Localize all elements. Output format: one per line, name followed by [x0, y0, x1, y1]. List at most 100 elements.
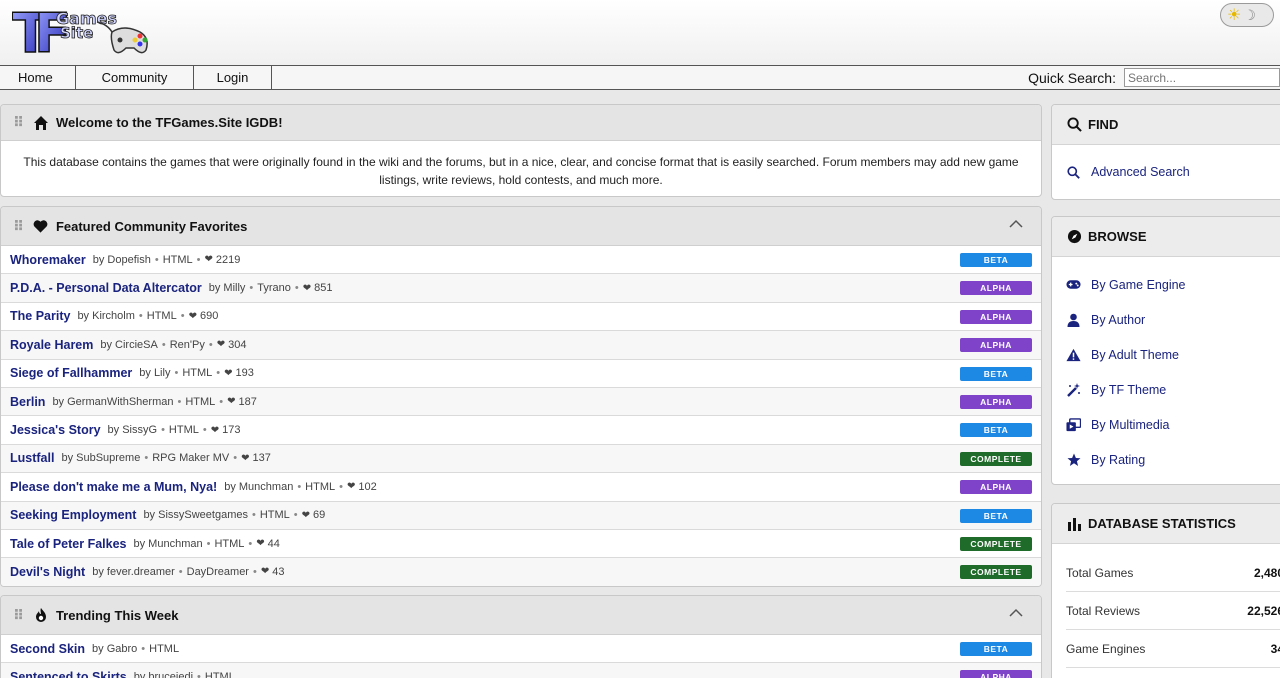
game-engine: HTML: [162, 253, 193, 266]
heart-icon: ❤: [224, 367, 233, 379]
game-title-link[interactable]: Jessica's Story: [10, 423, 101, 437]
stats-panel: DATABASE STATISTICS Total Games2,480Tota…: [1051, 503, 1280, 678]
stat-row: Total Games 2,480: [1066, 554, 1280, 592]
separator-dot: •: [293, 509, 298, 522]
advanced-search-link[interactable]: Advanced Search: [1052, 145, 1280, 199]
game-title-link[interactable]: Tale of Peter Falkes: [10, 537, 127, 551]
game-row: Tale of Peter Falkes by Munchman • HTML • ❤ 44…: [1, 530, 1041, 559]
find-panel-header: FIND: [1052, 105, 1280, 145]
game-engine: DayDreamer: [186, 565, 249, 578]
browse-link-label: By Adult Theme: [1091, 347, 1180, 362]
game-row: Siege of Fallhammer by Lily • HTML • ❤ 193 BETA: [1, 360, 1041, 388]
browse-title: BROWSE: [1088, 229, 1147, 244]
game-engine: Tyrano: [257, 282, 291, 295]
game-likes: 137: [252, 452, 271, 465]
game-engine: HTML: [185, 395, 216, 408]
game-title-link[interactable]: Please don't make me a Mum, Nya!: [10, 480, 217, 494]
sun-icon: ☀: [1227, 7, 1242, 24]
heart-icon: ❤: [241, 452, 250, 464]
game-title-link[interactable]: Siege of Fallhammer: [10, 366, 132, 380]
game-title-link[interactable]: Second Skin: [10, 642, 85, 656]
game-author: by CircieSA: [100, 338, 158, 351]
status-badge: COMPLETE: [960, 536, 1032, 551]
game-engine: Ren'Py: [169, 338, 205, 351]
stat-label: Game Engines: [1066, 641, 1146, 656]
game-engine: HTML: [214, 537, 245, 550]
game-engine: HTML: [305, 480, 336, 493]
trending-panel-header: ⠿ Trending This Week: [1, 596, 1041, 635]
advanced-search-label: Advanced Search: [1091, 165, 1190, 179]
nav-home[interactable]: Home: [0, 66, 76, 89]
moon-icon: ☽: [1243, 6, 1256, 23]
quick-search-input[interactable]: [1124, 68, 1280, 87]
browse-panel-header: BROWSE: [1052, 217, 1280, 257]
game-row: Devil's Night by fever.dreamer • DayDreamer…: [1, 558, 1041, 586]
stat-value: 22,526: [1247, 603, 1280, 618]
stats-title: DATABASE STATISTICS: [1088, 516, 1236, 531]
drag-handle-icon[interactable]: ⠿: [13, 607, 24, 624]
separator-dot: •: [141, 642, 146, 655]
game-title-link[interactable]: P.D.A. - Personal Data Altercator: [10, 281, 202, 295]
game-likes: 43: [272, 565, 285, 578]
nav-login[interactable]: Login: [194, 66, 272, 89]
quick-search-label: Quick Search:: [1028, 69, 1116, 86]
game-row: P.D.A. - Personal Data Altercator by Mill…: [1, 274, 1041, 303]
stats-panel-header: DATABASE STATISTICS: [1052, 504, 1280, 544]
site-logo[interactable]: T F Games Site: [12, 2, 172, 60]
game-title-link[interactable]: Royale Harem: [10, 338, 93, 352]
browse-link[interactable]: By Multimedia: [1052, 407, 1280, 442]
game-title-link[interactable]: Berlin: [10, 395, 45, 409]
status-badge: ALPHA: [960, 281, 1032, 296]
game-likes: 69: [313, 509, 326, 522]
game-engine: HTML: [149, 642, 180, 655]
drag-handle-icon[interactable]: ⠿: [13, 218, 24, 235]
game-author: by Kircholm: [77, 310, 135, 323]
game-author: by Gabro: [92, 642, 138, 655]
heart-icon: ❤: [256, 538, 265, 550]
game-engine: HTML: [204, 671, 235, 678]
game-title-link[interactable]: Seeking Employment: [10, 508, 136, 522]
browse-link[interactable]: By Author: [1052, 302, 1280, 337]
search-icon: [1066, 117, 1082, 133]
game-title-link[interactable]: Devil's Night: [10, 565, 85, 579]
browse-link[interactable]: By Game Engine: [1052, 267, 1280, 302]
warning-icon: [1066, 347, 1081, 362]
svg-text:Site: Site: [60, 24, 93, 42]
find-title: FIND: [1088, 117, 1119, 132]
browse-link-label: By Rating: [1091, 452, 1146, 467]
status-badge: BETA: [960, 642, 1032, 656]
separator-dot: •: [178, 565, 183, 578]
game-title-link[interactable]: Whoremaker: [10, 253, 86, 267]
game-title-link[interactable]: Lustfall: [10, 451, 54, 465]
separator-dot: •: [180, 310, 185, 323]
separator-dot: •: [294, 282, 299, 295]
welcome-text: This database contains the games that we…: [23, 155, 1019, 187]
separator-dot: •: [248, 537, 253, 550]
separator-dot: •: [174, 367, 179, 380]
chevron-up-icon[interactable]: [1009, 606, 1023, 620]
browse-link[interactable]: By Rating: [1052, 442, 1280, 477]
multimedia-icon: [1066, 417, 1081, 432]
separator-dot: •: [219, 395, 224, 408]
browse-link[interactable]: By Adult Theme: [1052, 337, 1280, 372]
heart-icon: ❤: [204, 254, 213, 266]
theme-toggle[interactable]: ☀ ☽: [1220, 3, 1274, 27]
game-title-link[interactable]: The Parity: [10, 309, 70, 323]
bar-chart-icon: [1066, 516, 1082, 532]
game-title-link[interactable]: Sentenced to Skirts: [10, 670, 127, 678]
game-author: by Munchman: [224, 480, 294, 493]
game-engine: RPG Maker MV: [152, 452, 230, 465]
separator-dot: •: [208, 338, 213, 351]
star-icon: [1066, 452, 1081, 467]
browse-link[interactable]: By TF Theme: [1052, 372, 1280, 407]
status-badge: COMPLETE: [960, 565, 1032, 580]
chevron-up-icon[interactable]: [1009, 217, 1023, 231]
welcome-panel: ⠿ Welcome to the TFGames.Site IGDB! This…: [0, 104, 1042, 197]
nav-community[interactable]: Community: [76, 66, 194, 89]
separator-dot: •: [216, 367, 221, 380]
game-author: by Lily: [139, 367, 171, 380]
stat-value: 2,480: [1253, 565, 1280, 580]
separator-dot: •: [233, 452, 238, 465]
stat-value: 34: [1270, 641, 1280, 656]
drag-handle-icon[interactable]: ⠿: [13, 114, 24, 131]
